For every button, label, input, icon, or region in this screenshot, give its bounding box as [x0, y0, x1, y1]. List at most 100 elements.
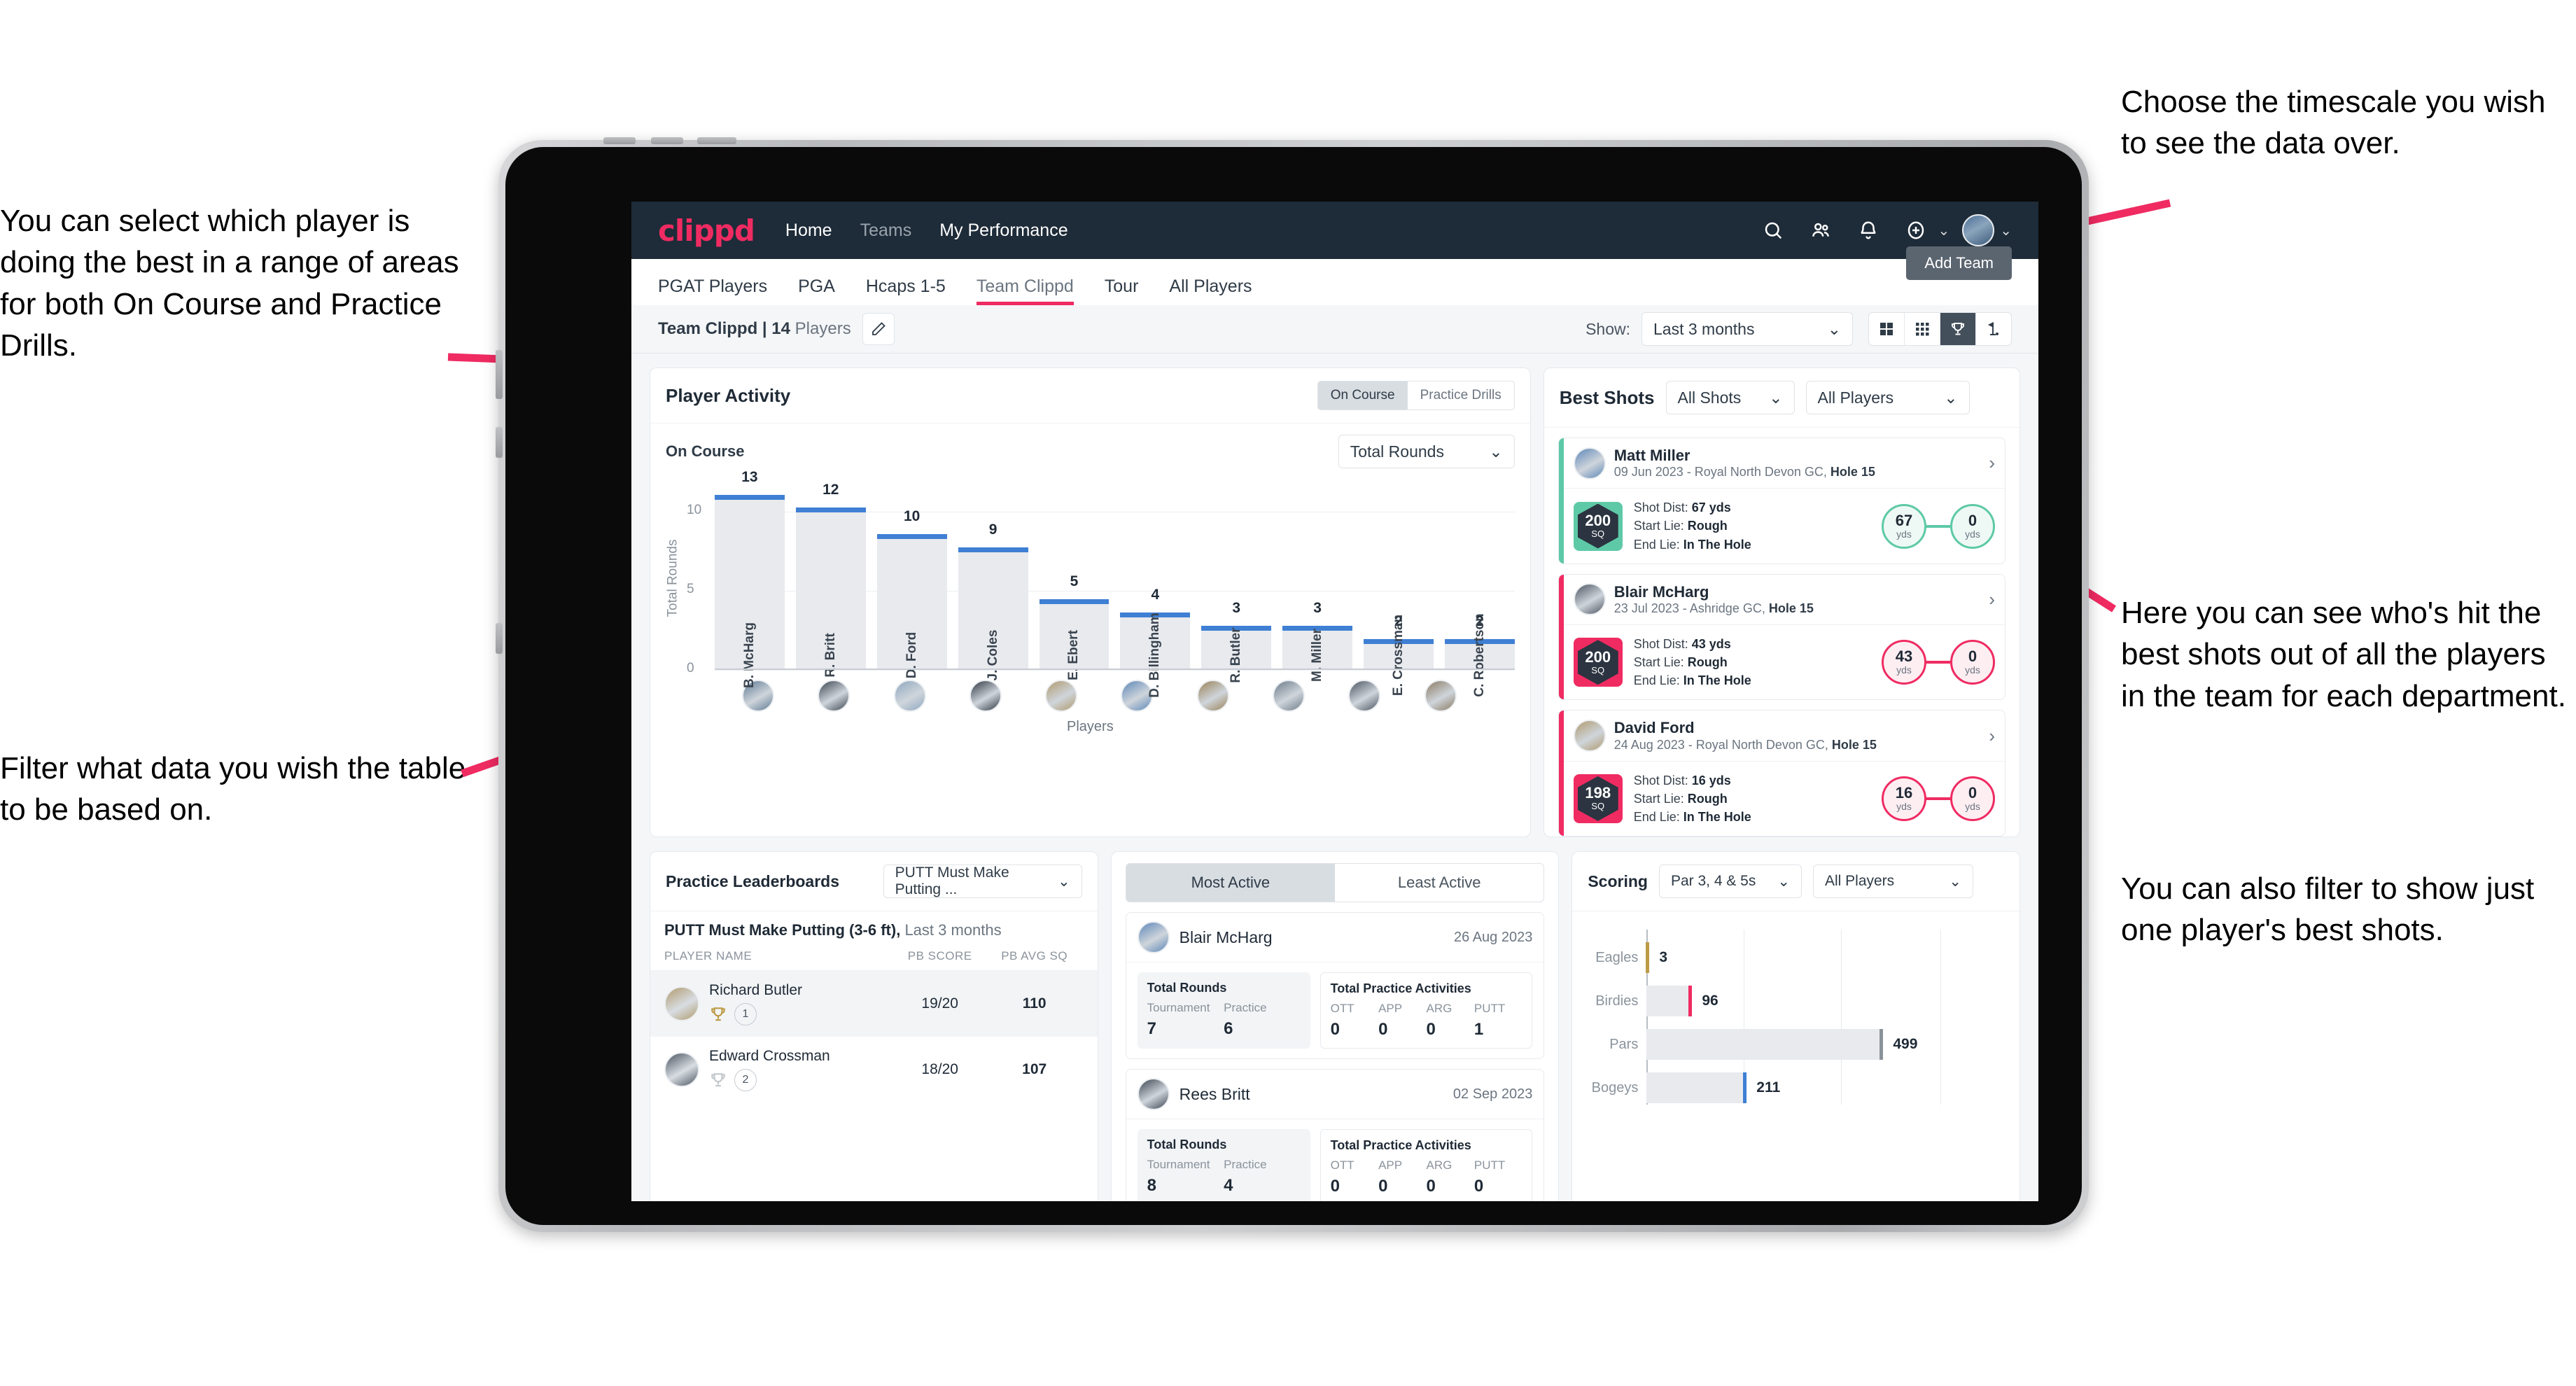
drill-select[interactable]: PUTT Must Make Putting ... ⌄: [883, 864, 1082, 899]
segment-on-course[interactable]: On Course: [1317, 382, 1408, 410]
start-lie-line: Start Lie: Rough: [1633, 791, 1728, 806]
nav-link-home[interactable]: Home: [785, 220, 832, 241]
scoring-player-select[interactable]: All Players ⌄: [1812, 864, 1973, 899]
start-lie-line: Start Lie: Rough: [1633, 519, 1728, 533]
bar-value: 10: [904, 507, 920, 524]
leaderboard-rows: Richard Butler 1 19/20 110 Edward Crossman 2 1…: [650, 971, 1098, 1102]
to-value: 0: [1968, 648, 1977, 666]
chevron-right-icon[interactable]: ›: [1989, 725, 1995, 747]
team-name: Team Clippd: [658, 319, 758, 338]
segment-practice-drills[interactable]: Practice Drills: [1408, 382, 1514, 410]
tab-pga[interactable]: PGA: [798, 276, 835, 305]
bar-cap: [715, 494, 785, 500]
leaderboard-row[interactable]: Edward Crossman 2 18/20 107: [650, 1037, 1098, 1102]
grid-large-icon[interactable]: [1869, 313, 1905, 345]
shot-meta: 09 Jun 2023 - Royal North Devon GC, Hole…: [1614, 465, 1875, 479]
avatar[interactable]: [1424, 680, 1457, 712]
scoring-value: 499: [1893, 1036, 1918, 1053]
practice-leaderboards-card: Practice Leaderboards PUTT Must Make Put…: [650, 851, 1098, 1201]
end-lie-line: End Lie: In The Hole: [1633, 673, 1751, 688]
activity-card[interactable]: Rees Britt 02 Sep 2023 Total Rounds Tournam…: [1125, 1069, 1545, 1201]
activity-segment-control: On Course Practice Drills: [1317, 381, 1515, 410]
scoring-bar: [1646, 1029, 1884, 1060]
chevron-down-icon-profile[interactable]: ⌄: [2000, 222, 2012, 239]
chart-x-axis-label: Players: [1067, 719, 1114, 734]
app-label: APP: [1378, 1158, 1403, 1172]
putt-value: 0: [1474, 1177, 1484, 1196]
trophy-icon: [711, 1007, 725, 1021]
avatar[interactable]: [818, 680, 850, 712]
total-rounds-box: Total Rounds Tournament 8 Practice 4: [1137, 1129, 1310, 1201]
chevron-down-icon: ⌄: [1489, 442, 1503, 461]
tab-pgat-players[interactable]: PGAT Players: [658, 276, 767, 305]
chevron-down-icon-add[interactable]: ⌄: [1938, 222, 1949, 239]
best-shots-shot-filter[interactable]: All Shots ⌄: [1665, 381, 1795, 414]
scoring-value: 3: [1659, 949, 1668, 966]
chevron-down-icon: ⌄: [1827, 319, 1841, 338]
practice-value: 6: [1224, 1019, 1233, 1039]
flag-icon[interactable]: [1976, 313, 2011, 345]
distance-diagram: 16 yds 0 yds: [1882, 776, 1995, 821]
tab-all-players[interactable]: All Players: [1169, 276, 1252, 305]
sq-value: 200: [1585, 512, 1611, 530]
metric-select[interactable]: Total Rounds ⌄: [1338, 435, 1515, 468]
leaderboard-row[interactable]: Richard Butler 1 19/20 110: [650, 971, 1098, 1037]
bar-1: 12 R. Britt: [795, 482, 866, 678]
bell-icon[interactable]: [1849, 211, 1887, 249]
add-team-button[interactable]: Add Team: [1906, 246, 2012, 280]
best-shots-list: Matt Miller 09 Jun 2023 - Royal North Dev…: [1544, 438, 2019, 837]
people-icon[interactable]: [1802, 211, 1840, 249]
timescale-select[interactable]: Last 3 months ⌄: [1642, 312, 1853, 346]
shot-to-circle: 0 yds: [1950, 776, 1995, 821]
avatar[interactable]: [1045, 680, 1078, 712]
best-shot-card[interactable]: David Ford 24 Aug 2023 - Royal North Devo…: [1558, 710, 2005, 837]
trophy-icon[interactable]: [1940, 313, 1976, 345]
device-button-top-1: [603, 137, 636, 144]
tab-least-active[interactable]: Least Active: [1335, 864, 1544, 902]
best-shots-player-filter[interactable]: All Players ⌄: [1805, 381, 1970, 414]
par-value: Par 3, 4 & 5s: [1670, 873, 1756, 890]
tab-tour[interactable]: Tour: [1105, 276, 1139, 305]
avatar[interactable]: [1959, 211, 1997, 249]
bar-value: 4: [1151, 587, 1160, 603]
chevron-right-icon[interactable]: ›: [1989, 589, 1995, 610]
nav-link-teams[interactable]: Teams: [860, 220, 912, 241]
tab-most-active[interactable]: Most Active: [1126, 864, 1336, 902]
search-icon[interactable]: [1754, 211, 1792, 249]
grid-small-icon[interactable]: [1905, 313, 1940, 345]
ott-value: 0: [1330, 1177, 1340, 1196]
activity-cards: Blair McHarg 26 Aug 2023 Total Rounds Tourn…: [1112, 912, 1559, 1201]
clippd-logo[interactable]: clippd: [658, 214, 755, 248]
bar-value: 12: [822, 482, 839, 498]
app-screen: clippd Home Teams My Performance ⌄ ⌄ PGA…: [631, 202, 2038, 1201]
best-shot-card[interactable]: Matt Miller 09 Jun 2023 - Royal North Dev…: [1558, 438, 2005, 564]
leaderboard-period: Last 3 months: [900, 921, 1002, 939]
scoring-bar: [1646, 986, 1693, 1017]
leaderboard-drill-name: PUTT Must Make Putting (3-6 ft),: [664, 921, 901, 939]
chevron-right-icon[interactable]: ›: [1989, 452, 1995, 474]
activity-date: 02 Sep 2023: [1452, 1086, 1533, 1102]
avatar[interactable]: [969, 680, 1002, 712]
to-unit: yds: [1965, 528, 1980, 540]
nav-link-my-performance[interactable]: My Performance: [939, 220, 1068, 241]
avatar: [1573, 447, 1606, 479]
avatar[interactable]: [1348, 680, 1381, 712]
tab-hcaps-1-5[interactable]: Hcaps 1-5: [866, 276, 946, 305]
par-select[interactable]: Par 3, 4 & 5s ⌄: [1658, 864, 1802, 899]
shot-filter-value: All Shots: [1677, 388, 1742, 407]
activity-tabs: Most Active Least Active: [1125, 863, 1545, 903]
tab-team-clippd[interactable]: Team Clippd: [976, 276, 1074, 305]
plus-circle-icon[interactable]: [1897, 211, 1935, 249]
avatar[interactable]: [1196, 680, 1229, 712]
shot-dist-line: Shot Dist: 67 yds: [1633, 500, 1731, 515]
activity-card[interactable]: Blair McHarg 26 Aug 2023 Total Rounds Tourn…: [1125, 912, 1545, 1060]
shot-to-circle: 0 yds: [1950, 503, 1995, 549]
col-player-name: PLAYER NAME: [664, 949, 752, 963]
device-button-side-2: [496, 427, 503, 458]
avatar[interactable]: [893, 680, 926, 712]
team-player-count: 14: [771, 319, 790, 338]
avatar[interactable]: [1272, 680, 1305, 712]
best-shot-card[interactable]: Blair McHarg 23 Jul 2023 - Ashridge GC, H…: [1558, 573, 2005, 701]
pencil-icon[interactable]: [862, 313, 895, 345]
shot-from-circle: 67 yds: [1882, 503, 1926, 549]
